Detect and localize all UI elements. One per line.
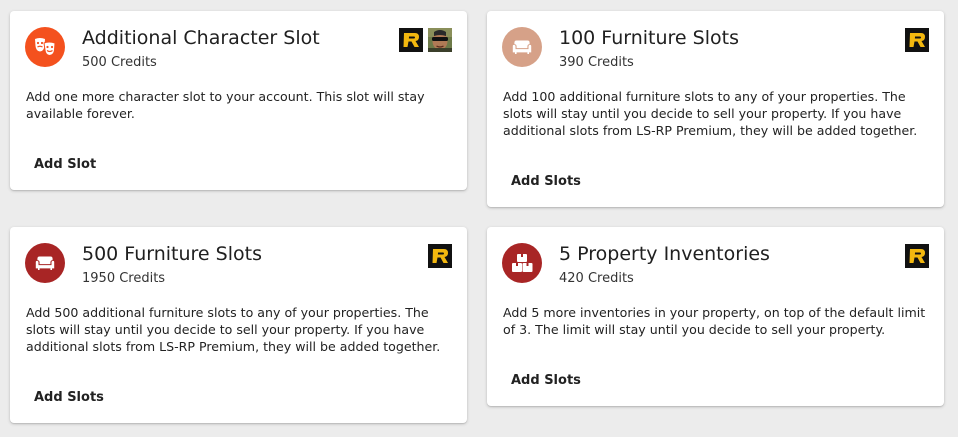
card-title: 100 Furniture Slots (559, 27, 739, 49)
sofa-icon (25, 243, 65, 283)
card-badges (905, 28, 929, 52)
card-title: 500 Furniture Slots (82, 243, 262, 265)
card-description: Add one more character slot to your acco… (26, 89, 425, 121)
product-card-100-furniture-slots: 100 Furniture Slots 390 Credits Add 100 … (487, 11, 944, 207)
card-description: Add 500 additional furniture slots to an… (26, 305, 441, 354)
card-price: 500 Credits (82, 55, 157, 70)
card-price: 420 Credits (559, 271, 634, 286)
sofa-icon (502, 27, 542, 67)
r-logo-badge (399, 28, 423, 52)
card-badges (905, 244, 929, 268)
r-logo-badge (428, 244, 452, 268)
add-slot-button[interactable]: Add Slot (26, 151, 104, 178)
card-badges (428, 244, 452, 268)
card-title: Additional Character Slot (82, 27, 320, 49)
card-title: 5 Property Inventories (559, 243, 770, 265)
card-description: Add 5 more inventories in your property,… (503, 305, 926, 337)
boxes-icon (502, 243, 542, 283)
r-logo-badge (905, 244, 929, 268)
theater-masks-icon (25, 27, 65, 67)
product-card-property-inventories: 5 Property Inventories 420 Credits Add 5… (487, 227, 944, 406)
card-price: 390 Credits (559, 55, 634, 70)
card-price: 1950 Credits (82, 271, 166, 286)
product-card-character-slot: Additional Character Slot 500 Credits Ad… (10, 11, 467, 190)
add-slots-button[interactable]: Add Slots (503, 367, 589, 394)
r-logo-badge (905, 28, 929, 52)
add-slots-button[interactable]: Add Slots (26, 384, 112, 411)
product-card-500-furniture-slots: 500 Furniture Slots 1950 Credits Add 500… (10, 227, 467, 423)
card-description: Add 100 additional furniture slots to an… (503, 89, 918, 138)
card-badges (399, 28, 452, 52)
add-slots-button[interactable]: Add Slots (503, 168, 589, 195)
character-photo-badge (428, 28, 452, 52)
